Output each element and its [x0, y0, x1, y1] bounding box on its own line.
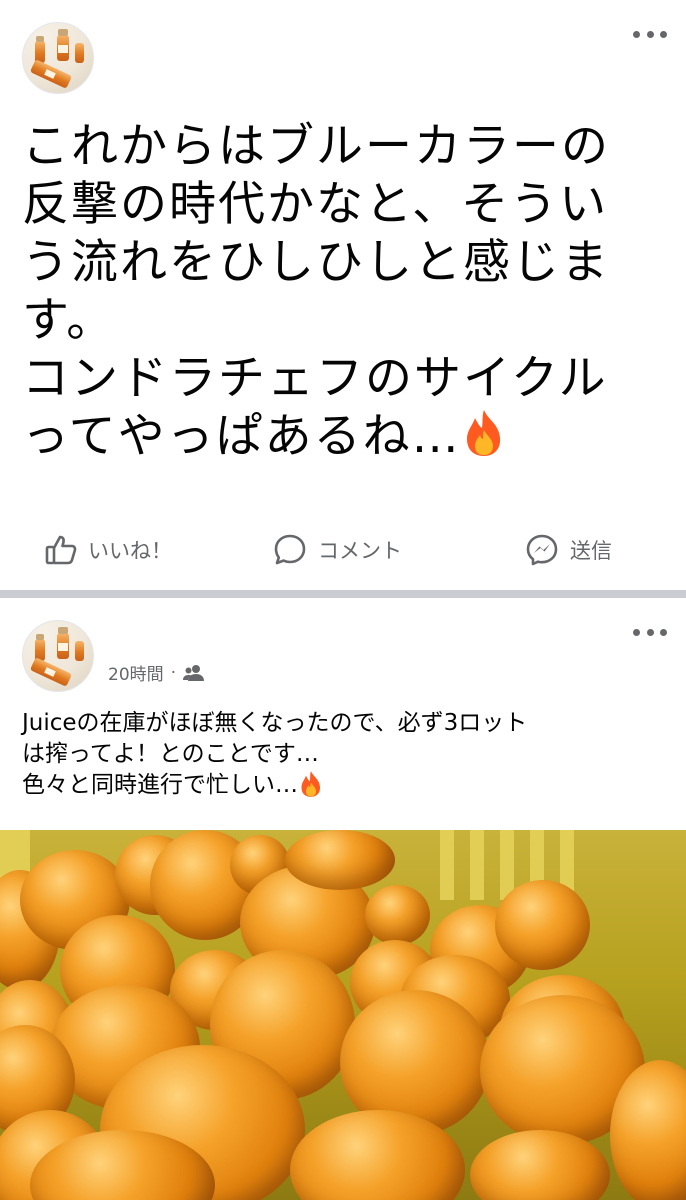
- avatar[interactable]: [22, 620, 94, 692]
- feed-separator: [0, 590, 686, 598]
- send-label: 送信: [570, 539, 612, 563]
- post-card: 20時間 · Juiceの在庫がほぼ無くなったので、必ず3ロット は搾ってよ！と…: [0, 598, 686, 1200]
- meta-separator: ·: [170, 662, 177, 683]
- post-text: これからはブルーカラーの 反撃の時代かなと、そうい う流れをひしひしと感じま す…: [22, 119, 610, 464]
- fire-emoji-icon: [466, 410, 500, 456]
- comment-label: コメント: [318, 539, 402, 563]
- like-label: いいね！: [88, 539, 172, 563]
- post-text: Juiceの在庫がほぼ無くなったので、必ず3ロット は搾ってよ！とのことです… …: [22, 710, 528, 798]
- fire-emoji-icon: [301, 771, 321, 797]
- comment-bubble-icon: [274, 534, 306, 565]
- thumbs-up-icon: [45, 535, 77, 565]
- friends-icon[interactable]: [183, 664, 205, 682]
- like-button[interactable]: いいね！: [44, 530, 172, 570]
- comment-button[interactable]: コメント: [272, 530, 402, 570]
- post-meta: 20時間 ·: [108, 660, 205, 685]
- more-options-icon[interactable]: [633, 626, 667, 638]
- more-options-icon[interactable]: [633, 28, 667, 40]
- avatar[interactable]: [22, 22, 94, 94]
- post-card: これからはブルーカラーの 反撃の時代かなと、そうい う流れをひしひしと感じま す…: [0, 0, 686, 590]
- post-timestamp[interactable]: 20時間: [108, 660, 164, 685]
- messenger-icon: [526, 534, 558, 566]
- post-actions-bar: いいね！ コメント 送信: [0, 520, 686, 580]
- post-photo-oranges[interactable]: [0, 830, 686, 1200]
- send-button[interactable]: 送信: [524, 530, 612, 570]
